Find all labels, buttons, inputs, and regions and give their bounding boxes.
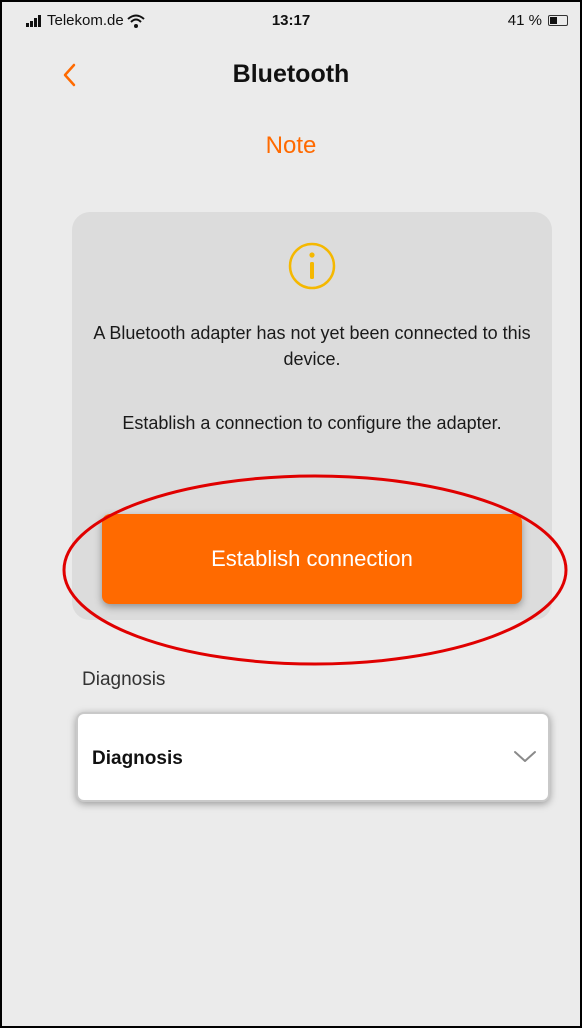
info-icon — [288, 242, 336, 290]
battery-percent: 41 % — [507, 12, 542, 29]
establish-connection-button[interactable]: Establish connection — [102, 514, 522, 604]
status-bar: Telekom.de 13:17 41 % — [2, 2, 580, 42]
phone-screen: Telekom.de 13:17 41 % Bluetooth Note A B… — [0, 0, 582, 1028]
diagnosis-label: Diagnosis — [82, 669, 166, 690]
battery-icon — [548, 15, 568, 26]
note-heading: Note — [265, 132, 317, 159]
diagnosis-selected-value: Diagnosis — [92, 748, 183, 769]
diagnosis-dropdown[interactable]: Diagnosis — [76, 712, 550, 802]
note-message-2: Establish a connection to configure the … — [122, 413, 502, 433]
status-right: 41 % — [508, 12, 568, 29]
note-message-1: A Bluetooth adapter has not yet been con… — [93, 323, 531, 369]
status-time: 13:17 — [271, 12, 311, 29]
chevron-down-icon — [514, 751, 536, 762]
page-title: Bluetooth — [232, 60, 350, 88]
note-card: A Bluetooth adapter has not yet been con… — [72, 212, 552, 620]
